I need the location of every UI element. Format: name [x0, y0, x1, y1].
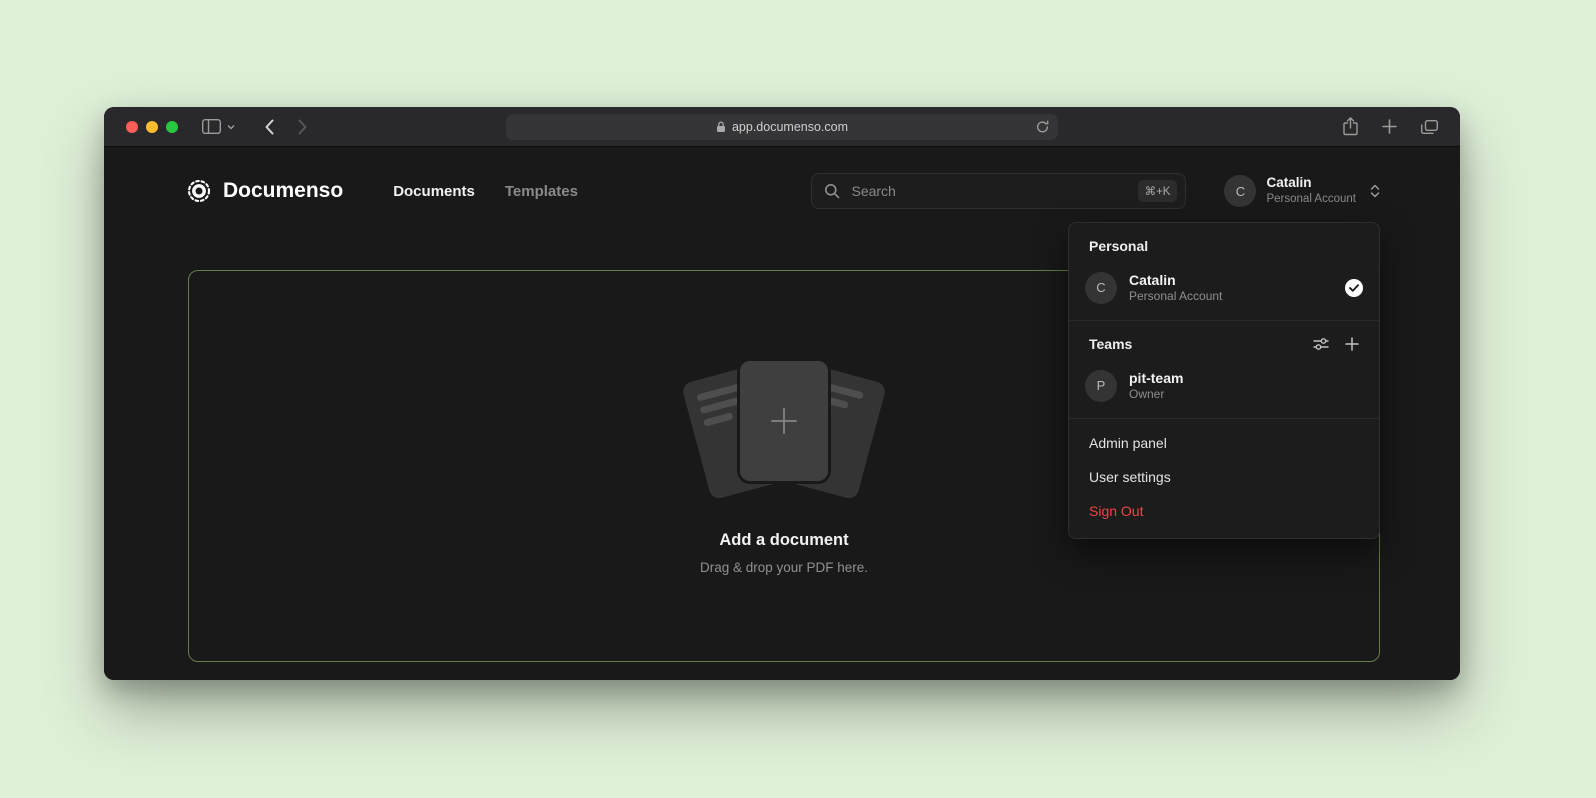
dropzone-subtitle: Drag & drop your PDF here.: [700, 560, 868, 575]
check-circle-icon: [1345, 279, 1363, 297]
brand[interactable]: Documenso: [186, 178, 343, 204]
app-content: Documenso Documents Templates ⌘+K C: [104, 147, 1460, 680]
account-menu-trigger[interactable]: C Catalin Personal Account: [1224, 175, 1380, 207]
menu-item-team[interactable]: P pit-team Owner: [1069, 362, 1379, 418]
url-text: app.documenso.com: [732, 120, 848, 134]
address-bar[interactable]: app.documenso.com: [506, 114, 1058, 140]
account-dropdown-menu: Personal C Catalin Personal Account Team…: [1068, 222, 1380, 539]
tab-overview-icon[interactable]: [1421, 120, 1438, 134]
app-header: Documenso Documents Templates ⌘+K C: [104, 147, 1460, 209]
chevron-up-down-icon: [1370, 183, 1380, 199]
documents-illustration: [679, 357, 889, 497]
lock-icon: [716, 121, 726, 133]
main-nav: Documents Templates: [393, 183, 578, 200]
illustration-card-center: [740, 361, 828, 481]
close-window-button[interactable]: [126, 121, 138, 133]
team-role: Owner: [1129, 387, 1183, 403]
back-icon[interactable]: [265, 119, 274, 135]
add-team-plus-icon[interactable]: [1345, 337, 1359, 351]
window-controls: [126, 121, 178, 133]
account-type: Personal Account: [1266, 192, 1356, 206]
personal-section-label: Personal: [1089, 238, 1148, 254]
menu-item-sign-out[interactable]: Sign Out: [1069, 494, 1379, 528]
team-avatar: P: [1085, 370, 1117, 402]
reload-icon[interactable]: [1036, 120, 1049, 134]
account-avatar: C: [1224, 175, 1256, 207]
menu-item-personal-account[interactable]: C Catalin Personal Account: [1069, 264, 1379, 320]
add-document-plus-icon: [769, 406, 799, 436]
sidebar-chevron-down-icon[interactable]: [227, 124, 235, 130]
brand-name: Documenso: [223, 179, 343, 203]
search-icon: [824, 183, 840, 199]
search-shortcut-badge: ⌘+K: [1138, 180, 1178, 202]
menu-item-user-settings[interactable]: User settings: [1069, 460, 1379, 494]
personal-subtitle: Personal Account: [1129, 289, 1222, 305]
documenso-logo-icon: [186, 178, 212, 204]
nav-item-documents[interactable]: Documents: [393, 183, 475, 200]
forward-icon[interactable]: [298, 119, 307, 135]
minimize-window-button[interactable]: [146, 121, 158, 133]
manage-teams-sliders-icon[interactable]: [1313, 337, 1329, 351]
sidebar-toggle-icon[interactable]: [202, 119, 221, 134]
menu-section-personal: Personal: [1069, 223, 1379, 264]
dropzone-title: Add a document: [719, 531, 848, 550]
menu-section-teams: Teams: [1069, 321, 1379, 362]
personal-name: Catalin: [1129, 271, 1222, 289]
account-name: Catalin: [1266, 175, 1356, 192]
nav-item-templates[interactable]: Templates: [505, 183, 578, 200]
team-name: pit-team: [1129, 369, 1183, 387]
search-box[interactable]: ⌘+K: [811, 173, 1186, 209]
zoom-window-button[interactable]: [166, 121, 178, 133]
browser-window: app.documenso.com: [104, 107, 1460, 680]
teams-section-label: Teams: [1089, 336, 1132, 352]
share-icon[interactable]: [1343, 117, 1358, 136]
personal-avatar: C: [1085, 272, 1117, 304]
browser-titlebar: app.documenso.com: [104, 107, 1460, 147]
search-input[interactable]: [849, 182, 1128, 200]
new-tab-plus-icon[interactable]: [1382, 119, 1397, 134]
menu-item-admin-panel[interactable]: Admin panel: [1069, 426, 1379, 460]
